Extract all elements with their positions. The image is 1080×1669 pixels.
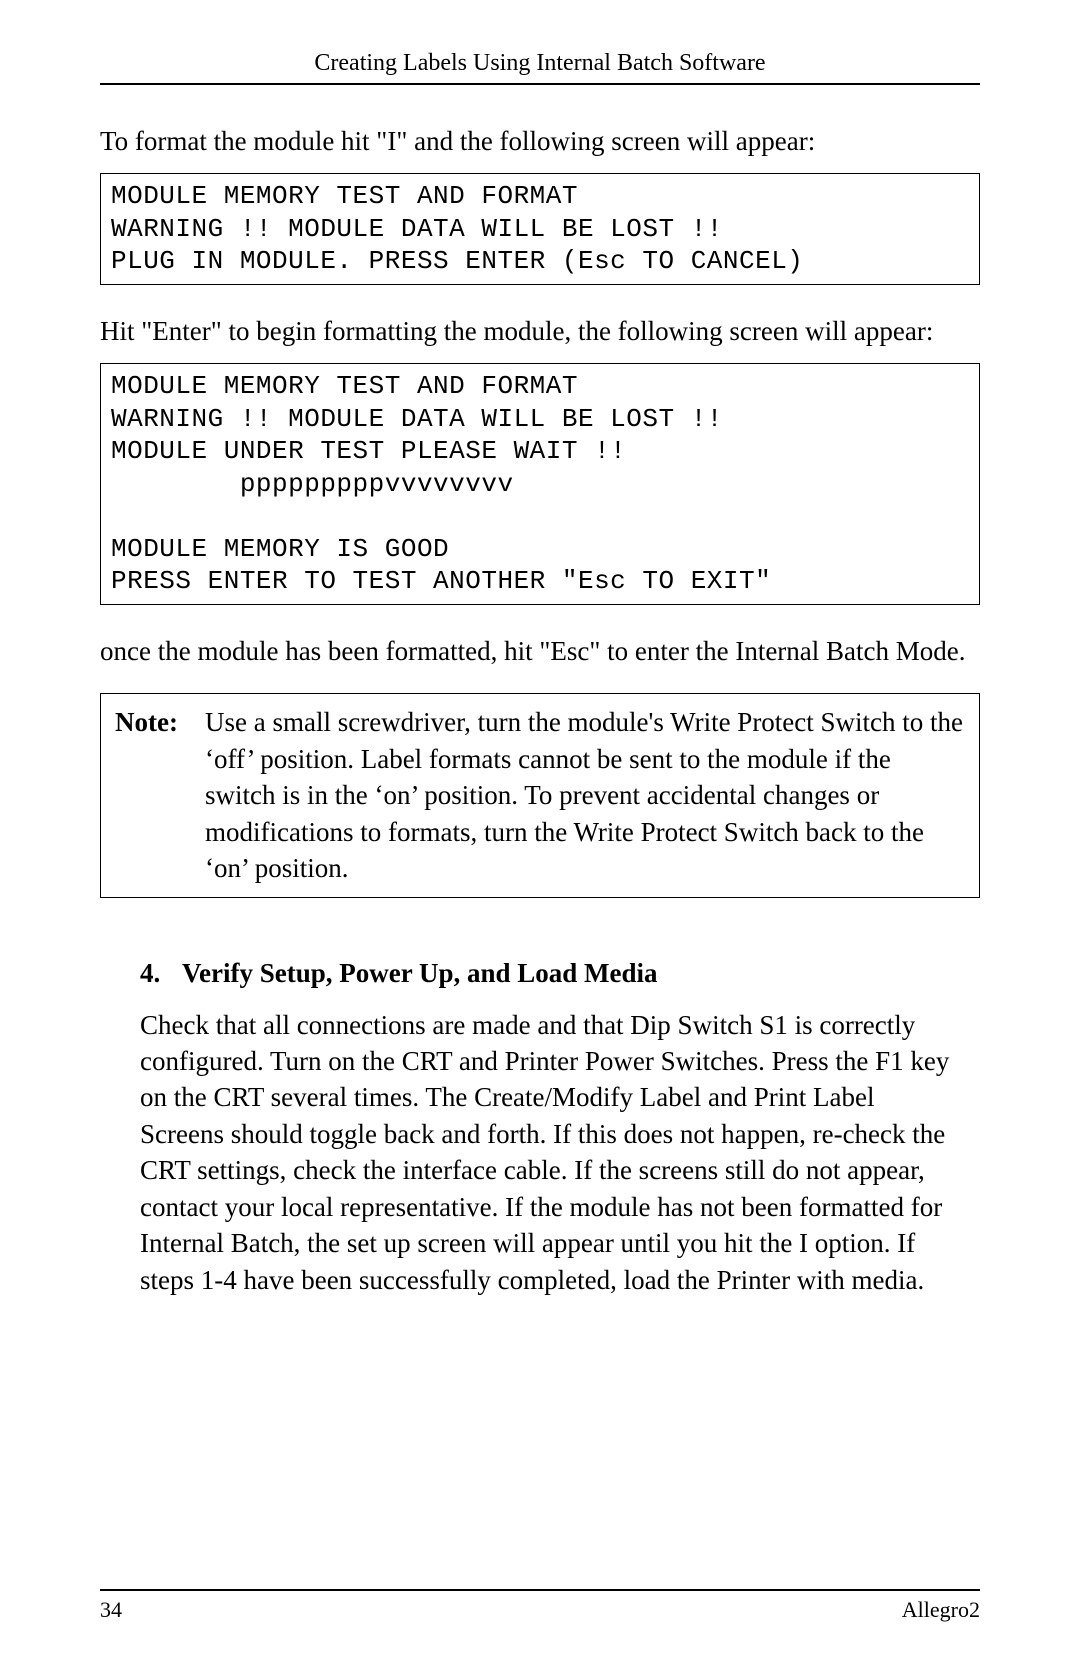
paragraph-after-code: once the module has been formatted, hit … <box>100 633 980 669</box>
code-line: MODULE UNDER TEST PLEASE WAIT !! <box>111 436 626 466</box>
code-line: MODULE MEMORY IS GOOD <box>111 534 449 564</box>
code-line: pppppppppvvvvvvvv <box>111 469 514 499</box>
header-title: Creating Labels Using Internal Batch Sof… <box>314 50 765 76</box>
code-block-2: MODULE MEMORY TEST AND FORMAT WARNING !!… <box>100 363 980 605</box>
code-line: MODULE MEMORY TEST AND FORMAT <box>111 371 578 401</box>
note-label: Note: <box>115 704 205 886</box>
code-line: MODULE MEMORY TEST AND FORMAT <box>111 181 578 211</box>
footer-product-name: Allegro2 <box>902 1597 980 1623</box>
page-footer: 34 Allegro2 <box>100 1589 980 1623</box>
section-body: Check that all connections are made and … <box>140 1007 960 1299</box>
code-block-1: MODULE MEMORY TEST AND FORMAT WARNING !!… <box>100 173 980 285</box>
page-header: Creating Labels Using Internal Batch Sof… <box>100 50 980 85</box>
paragraph-intro-1: To format the module hit "I" and the fol… <box>100 123 980 159</box>
page-number: 34 <box>100 1597 122 1623</box>
code-line: PRESS ENTER TO TEST ANOTHER "Esc TO EXIT… <box>111 566 771 596</box>
code-line: WARNING !! MODULE DATA WILL BE LOST !! <box>111 214 723 244</box>
code-line: PLUG IN MODULE. PRESS ENTER (Esc TO CANC… <box>111 246 803 276</box>
section-title: Verify Setup, Power Up, and Load Media <box>182 958 658 989</box>
note-body: Use a small screwdriver, turn the module… <box>205 704 965 886</box>
section-number: 4. <box>140 958 182 989</box>
section-heading: 4. Verify Setup, Power Up, and Load Medi… <box>140 958 960 989</box>
code-line: WARNING !! MODULE DATA WILL BE LOST !! <box>111 404 723 434</box>
document-page: Creating Labels Using Internal Batch Sof… <box>0 0 1080 1669</box>
note-box: Note: Use a small screwdriver, turn the … <box>100 693 980 897</box>
section-4: 4. Verify Setup, Power Up, and Load Medi… <box>140 958 960 1299</box>
paragraph-intro-2: Hit "Enter" to begin formatting the modu… <box>100 313 980 349</box>
